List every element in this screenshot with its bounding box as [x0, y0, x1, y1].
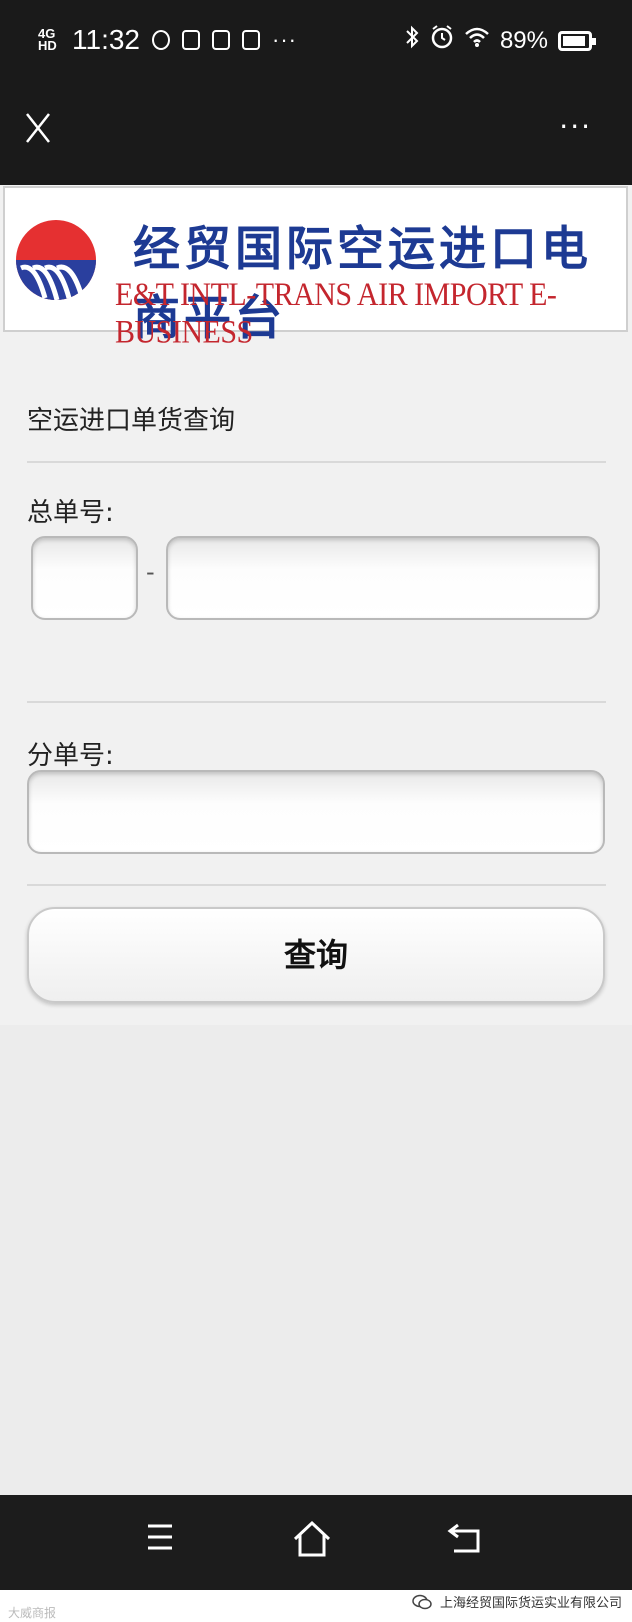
wechat-icon [412, 1594, 432, 1609]
bluetooth-icon [404, 24, 420, 57]
alarm-icon [430, 24, 454, 57]
home-nav-button[interactable] [290, 1517, 340, 1567]
watermark-right: 上海经贸国际货运实业有限公司 [412, 1592, 622, 1611]
close-icon [26, 113, 50, 143]
home-icon [293, 1520, 331, 1557]
message-notification-icon [212, 30, 230, 50]
chat-notification-icon [242, 30, 260, 50]
battery-icon [558, 30, 596, 51]
watermark-company: 上海经贸国际货运实业有限公司 [439, 1596, 622, 1611]
divider [27, 461, 606, 463]
master-number-label: 总单号: [27, 498, 114, 528]
wifi-icon [464, 26, 490, 55]
brand-banner: 经贸国际空运进口电商平台 E&T INTL-TRANS AIR IMPORT E… [3, 186, 628, 350]
app-notification-icon [152, 30, 170, 50]
watermark-left: 大威商报 [8, 1606, 57, 1620]
more-notifications: ··· [272, 27, 297, 52]
banner-title-en: E&T INTL-TRANS AIR IMPORT E-BUSINESS [115, 276, 557, 351]
watermark-footer: 大威商报 上海经贸国际货运实业有限公司 [0, 1590, 632, 1622]
empty-content-area [0, 1025, 632, 1495]
menu-nav-button[interactable] [140, 1517, 190, 1567]
query-button[interactable]: 查询 [27, 907, 605, 1003]
screen: 4G HD 11:32 ··· 89% ··· 经贸国际空运进口电商平台 E&T… [0, 0, 632, 1622]
close-button[interactable] [18, 110, 58, 150]
task-notification-icon [182, 30, 200, 50]
status-left: 4G HD 11:32 ··· [38, 24, 297, 56]
android-nav-bar [0, 1495, 632, 1590]
back-nav-button[interactable] [446, 1517, 496, 1567]
status-bar: 4G HD 11:32 ··· 89% [0, 0, 632, 80]
header-bar: ··· [0, 80, 632, 185]
master-prefix-input[interactable] [31, 536, 138, 620]
company-logo [16, 220, 96, 301]
more-options-button[interactable]: ··· [559, 110, 592, 143]
divider [27, 884, 606, 886]
back-icon [447, 1523, 480, 1553]
status-right: 89% [404, 24, 596, 57]
divider [27, 701, 606, 703]
master-number-input[interactable] [166, 536, 600, 620]
battery-percentage: 89% [499, 26, 548, 54]
clock: 11:32 [72, 24, 140, 55]
menu-icon [148, 1524, 172, 1550]
master-number-separator: - [146, 558, 155, 586]
page-title: 空运进口单货查询 [27, 406, 236, 436]
signal-indicator: 4G HD [38, 26, 57, 53]
house-number-label: 分单号: [27, 741, 114, 771]
house-number-input[interactable] [27, 770, 605, 854]
